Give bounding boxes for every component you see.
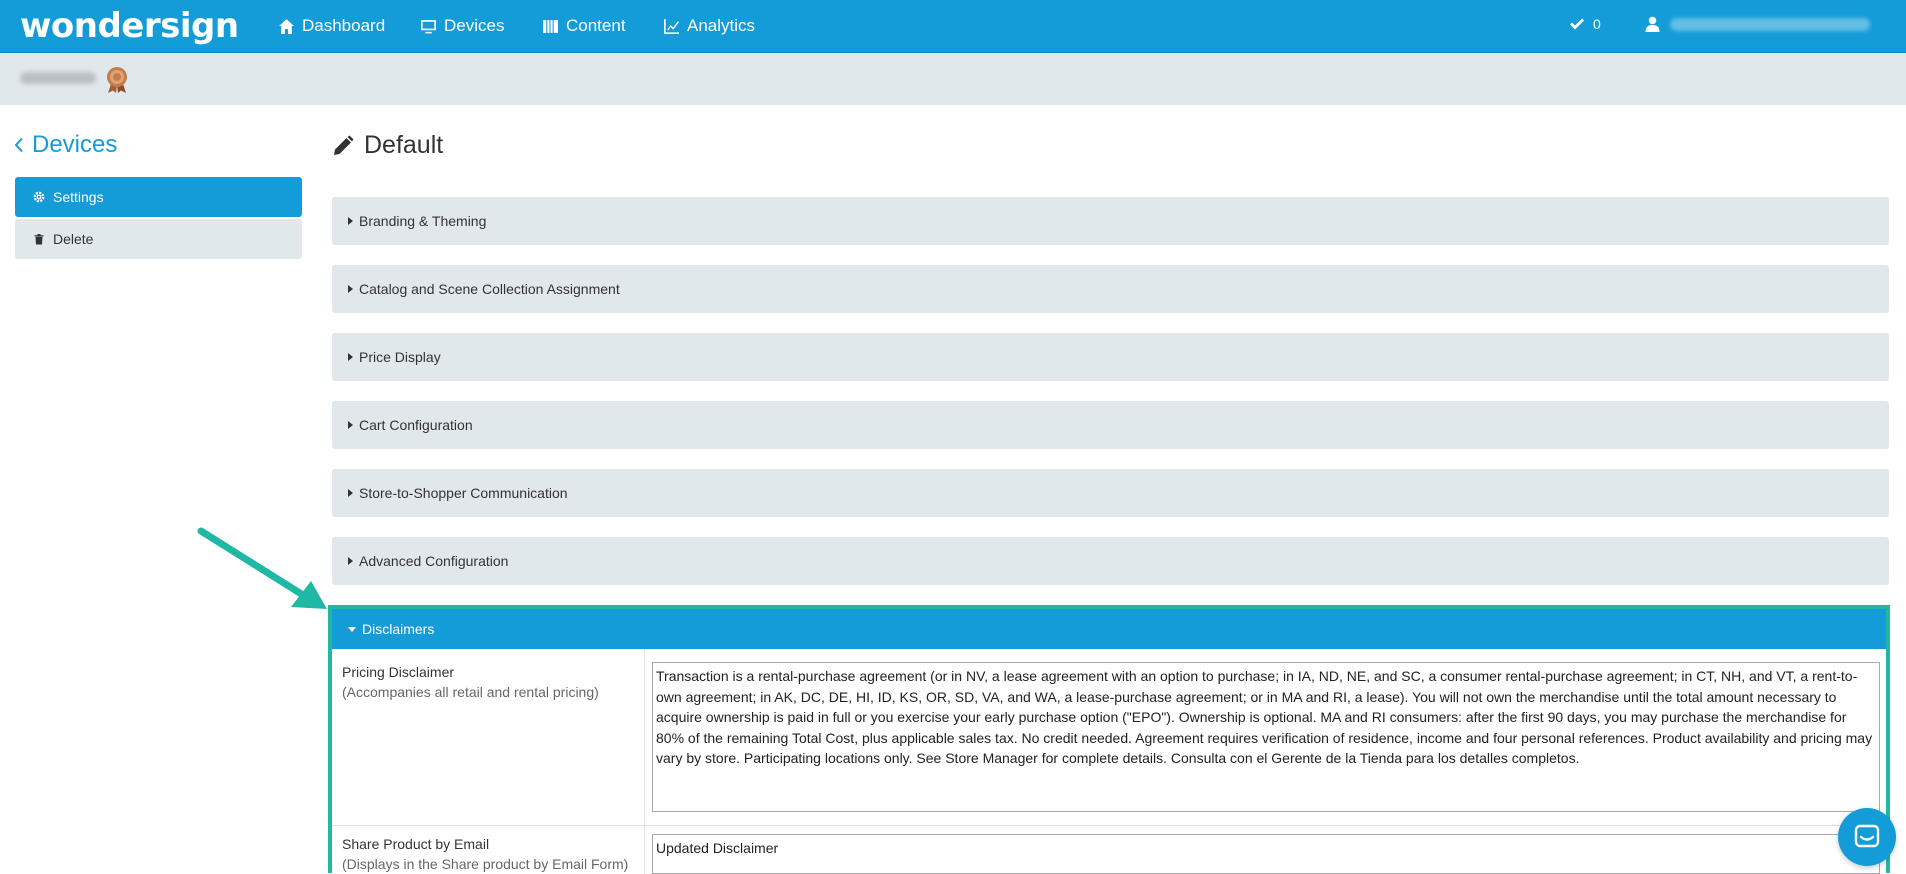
back-link-label: Devices <box>32 131 118 158</box>
caret-down-icon <box>348 626 356 632</box>
section-price-display[interactable]: Price Display <box>332 333 1889 381</box>
award-badge-icon <box>107 67 127 93</box>
caret-right-icon <box>348 421 353 429</box>
section-label: Catalog and Scene Collection Assignment <box>359 281 620 297</box>
nav-analytics[interactable]: Analytics <box>663 16 755 36</box>
nav-dashboard-label: Dashboard <box>302 16 386 35</box>
section-disclaimers[interactable]: Disclaimers <box>332 609 1886 649</box>
caret-right-icon <box>348 285 353 293</box>
pricing-disclaimer-hint: (Accompanies all retail and rental prici… <box>342 684 599 700</box>
chevron-left-icon <box>14 137 23 153</box>
pricing-disclaimer-title: Pricing Disclaimer <box>342 664 455 680</box>
chat-icon <box>1854 824 1880 848</box>
sidebar-item-label: Delete <box>53 231 94 247</box>
nav-content-label: Content <box>566 16 626 35</box>
user-menu[interactable] <box>1645 16 1870 32</box>
column-divider <box>644 649 645 874</box>
section-label: Store-to-Shopper Communication <box>359 485 568 501</box>
line-chart-icon <box>664 18 679 34</box>
section-label: Price Display <box>359 349 441 365</box>
caret-right-icon <box>348 557 353 565</box>
nav-content[interactable]: Content <box>542 16 626 36</box>
chat-widget-button[interactable] <box>1838 808 1896 866</box>
nav-analytics-label: Analytics <box>687 16 756 35</box>
page-title: Default <box>332 131 443 160</box>
account-bar <box>0 53 1906 105</box>
account-name-redacted <box>20 72 96 84</box>
share-email-textarea[interactable] <box>652 834 1880 874</box>
share-email-label: Share Product by Email (Displays in the … <box>342 834 628 874</box>
section-store-to-shopper[interactable]: Store-to-Shopper Communication <box>332 469 1889 517</box>
nav-dashboard[interactable]: Dashboard <box>278 16 385 36</box>
caret-right-icon <box>348 217 353 225</box>
share-email-hint: (Displays in the Share product by Email … <box>342 856 629 872</box>
section-advanced-configuration[interactable]: Advanced Configuration <box>332 537 1889 585</box>
top-navbar: wondersign Dashboard Devices Content Ana… <box>0 0 1906 53</box>
pricing-disclaimer-label: Pricing Disclaimer (Accompanies all reta… <box>342 662 599 702</box>
section-branding-theming[interactable]: Branding & Theming <box>332 197 1889 245</box>
row-divider <box>332 825 1886 826</box>
monitor-icon <box>421 19 436 33</box>
check-count: 0 <box>1593 16 1601 32</box>
share-email-title: Share Product by Email <box>342 836 490 852</box>
check-icon <box>1570 18 1584 30</box>
section-catalog-assignment[interactable]: Catalog and Scene Collection Assignment <box>332 265 1889 313</box>
home-icon <box>279 18 294 34</box>
section-label: Branding & Theming <box>359 213 487 229</box>
back-to-devices-link[interactable]: Devices <box>14 131 117 159</box>
sidebar-item-settings[interactable]: Settings <box>15 177 302 217</box>
brand-logo[interactable]: wondersign <box>20 6 239 46</box>
page-title-text: Default <box>364 131 444 159</box>
nav-devices[interactable]: Devices <box>420 16 504 36</box>
sidebar-item-label: Settings <box>53 189 104 205</box>
notifications-check[interactable]: 0 <box>1569 16 1601 32</box>
section-cart-configuration[interactable]: Cart Configuration <box>332 401 1889 449</box>
caret-right-icon <box>348 489 353 497</box>
caret-right-icon <box>348 353 353 361</box>
user-email-redacted <box>1670 17 1870 31</box>
trash-icon <box>34 234 44 245</box>
user-icon <box>1645 16 1660 32</box>
section-label: Advanced Configuration <box>359 553 509 569</box>
pencil-icon <box>334 135 354 155</box>
section-label: Cart Configuration <box>359 417 473 433</box>
columns-icon <box>543 19 558 33</box>
section-label: Disclaimers <box>362 621 435 637</box>
pricing-disclaimer-textarea[interactable] <box>652 662 1880 812</box>
annotation-arrow-icon <box>197 527 327 609</box>
gear-icon <box>33 191 45 203</box>
sidebar-item-delete[interactable]: Delete <box>15 219 302 259</box>
nav-devices-label: Devices <box>444 16 505 35</box>
